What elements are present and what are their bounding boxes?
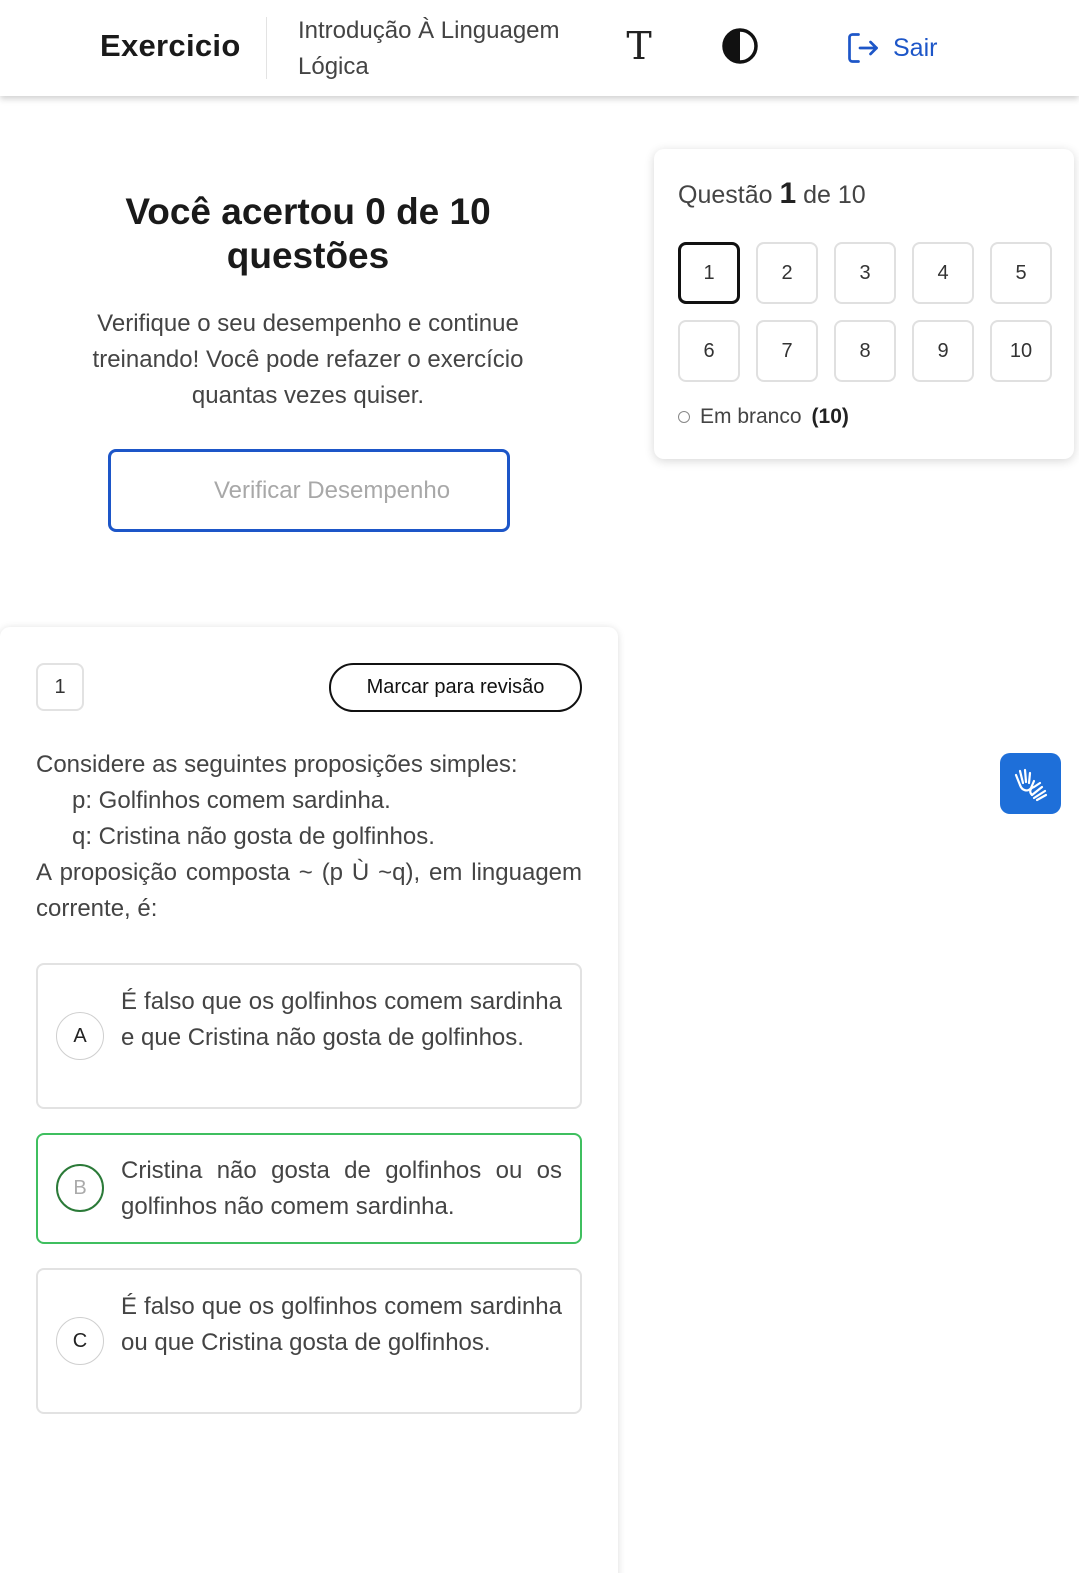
question-button-7[interactable]: 7 <box>756 320 818 382</box>
exit-button[interactable]: Sair <box>845 30 937 66</box>
sign-language-button[interactable] <box>1000 753 1061 814</box>
statement-prompt: A proposição composta ~ (p Ù ~q), em lin… <box>36 859 582 922</box>
header-divider <box>266 17 267 79</box>
blank-legend: Em branco (10) <box>678 405 849 429</box>
question-button-3[interactable]: 3 <box>834 242 896 304</box>
blank-dot-icon <box>678 411 690 423</box>
question-navigator: Questão 1 de 10 1 2 3 4 5 6 7 8 9 10 Em … <box>654 149 1074 459</box>
exit-label: Sair <box>893 33 938 62</box>
question-button-5[interactable]: 5 <box>990 242 1052 304</box>
question-button-4[interactable]: 4 <box>912 242 974 304</box>
current-question-number: 1 <box>779 177 797 210</box>
question-button-10[interactable]: 10 <box>990 320 1052 382</box>
question-button-1[interactable]: 1 <box>678 242 740 304</box>
option-letter: C <box>56 1317 104 1365</box>
question-button-9[interactable]: 9 <box>912 320 974 382</box>
brand-title: Exercicio <box>100 28 241 63</box>
option-letter: B <box>56 1164 104 1212</box>
verify-performance-button[interactable]: Verificar Desempenho <box>108 449 510 532</box>
sign-language-icon <box>1014 768 1047 801</box>
option-text: É falso que os golfinhos comem sardinha … <box>121 1293 562 1356</box>
font-size-icon[interactable]: T <box>618 24 660 68</box>
option-text: Cristina não gosta de golfinhos ou os go… <box>121 1157 562 1220</box>
option-a[interactable]: A É falso que os golfinhos comem sardinh… <box>36 963 582 1109</box>
contrast-icon[interactable] <box>721 27 759 65</box>
blank-label: Em branco <box>700 405 802 428</box>
result-title: Você acertou 0 de 10 questões <box>125 191 491 276</box>
blank-count: (10) <box>811 405 849 428</box>
question-button-2[interactable]: 2 <box>756 242 818 304</box>
top-header: Exercicio Introdução À Linguagem Lógica … <box>0 0 1079 96</box>
navigator-heading: Questão 1 de 10 <box>678 177 866 210</box>
option-b[interactable]: B Cristina não gosta de golfinhos ou os … <box>36 1133 582 1244</box>
question-number-badge: 1 <box>36 663 84 711</box>
course-title: Introdução À Linguagem Lógica <box>298 17 560 80</box>
question-statement: Considere as seguintes proposições simpl… <box>36 747 582 927</box>
question-card: 1 Marcar para revisão Considere as segui… <box>0 627 618 1573</box>
option-letter: A <box>56 1012 104 1060</box>
result-subtitle: Verifique o seu desempenho e continue tr… <box>92 310 524 409</box>
mark-for-review-button[interactable]: Marcar para revisão <box>329 663 582 712</box>
statement-intro: Considere as seguintes proposições simpl… <box>36 751 518 778</box>
proposition-p: p: Golfinhos comem sardinha. <box>72 787 391 814</box>
proposition-q: q: Cristina não gosta de golfinhos. <box>72 823 435 850</box>
question-button-6[interactable]: 6 <box>678 320 740 382</box>
question-grid: 1 2 3 4 5 6 7 8 9 10 <box>678 242 1052 382</box>
option-text: É falso que os golfinhos comem sardinha … <box>121 988 562 1051</box>
exit-icon <box>848 33 878 63</box>
question-button-8[interactable]: 8 <box>834 320 896 382</box>
option-c[interactable]: C É falso que os golfinhos comem sardinh… <box>36 1268 582 1414</box>
